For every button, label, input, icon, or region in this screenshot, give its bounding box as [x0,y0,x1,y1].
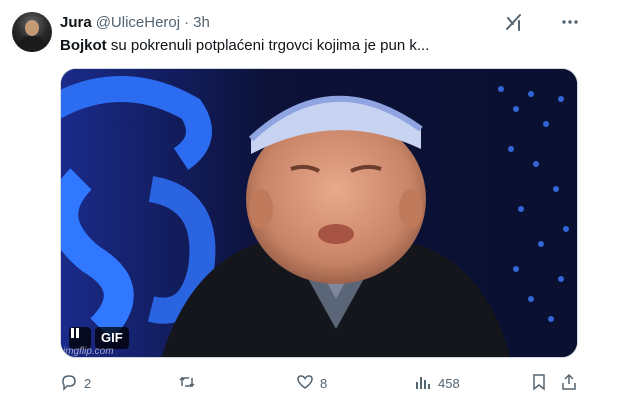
avatar-face [25,20,39,36]
reply-button[interactable]: 2 [60,372,91,394]
views-count: 458 [438,375,460,391]
retweet-button[interactable] [178,372,202,394]
views-button[interactable]: 458 [414,372,460,394]
bookmark-icon [530,373,548,394]
gif-frame-image [61,69,577,357]
like-count: 8 [320,375,328,391]
author-handle[interactable]: @UliceHeroj [96,14,180,31]
share-icon [560,373,578,394]
action-bar: 2 8 458 [60,372,582,394]
tweet-header: Jura @UliceHeroj · 3h [60,12,210,32]
avatar-body [17,36,47,52]
reply-count: 2 [84,375,92,391]
gif-media[interactable]: GIF imgflip.com [60,68,578,358]
heart-icon [296,373,314,394]
grok-icon[interactable] [504,12,524,32]
views-icon [414,373,432,394]
tweet-text-bold: Bojkot [60,37,107,54]
tweet-time[interactable]: 3h [193,14,210,31]
more-icon[interactable] [560,12,580,32]
share-button[interactable] [560,372,578,394]
tweet-text: Bojkot su pokrenuli potplaćeni trgovci k… [60,36,429,56]
reply-icon [60,373,78,394]
tweet-text-body: su pokrenuli potplaćeni trgovci kojima j… [106,37,430,54]
imgflip-watermark: imgflip.com [63,346,114,357]
avatar[interactable] [12,12,52,52]
retweet-icon [178,373,196,394]
author-name[interactable]: Jura [60,14,92,31]
bookmark-button[interactable] [530,372,548,394]
tweet[interactable]: Jura @UliceHeroj · 3h Bojkot su pokrenul… [0,0,622,403]
separator-dot: · [184,13,190,31]
like-button[interactable]: 8 [296,372,327,394]
